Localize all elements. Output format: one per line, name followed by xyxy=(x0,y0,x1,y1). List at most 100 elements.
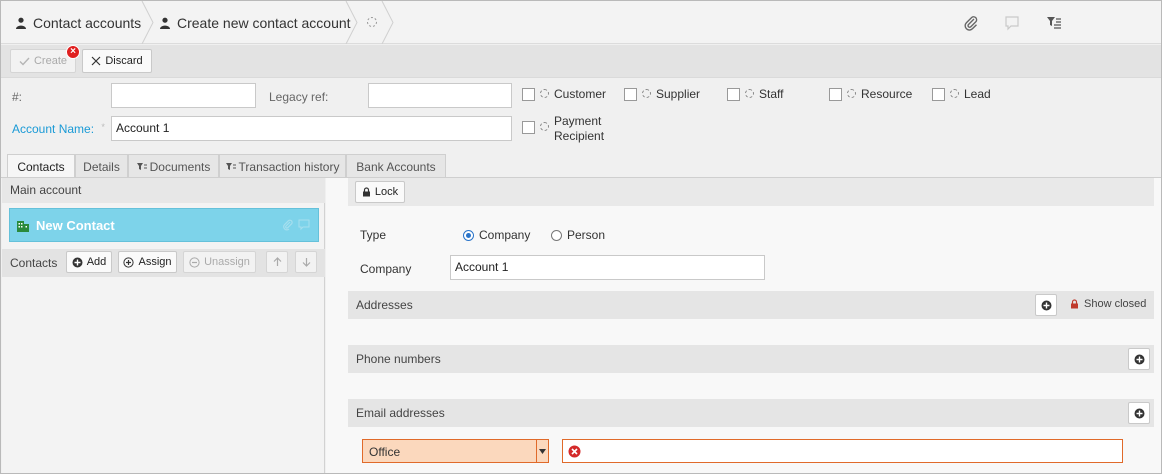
contact-detail-pane: Lock Type Company Person Company Account… xyxy=(326,178,1161,473)
dropdown-arrow-icon[interactable] xyxy=(536,440,548,462)
arrow-up-icon xyxy=(273,257,281,266)
checkbox-box[interactable] xyxy=(522,121,535,134)
company-building-icon xyxy=(17,220,29,232)
role-status-icon xyxy=(950,89,959,98)
type-person-radio[interactable]: Person xyxy=(551,228,605,242)
type-company-radio[interactable]: Company xyxy=(463,228,530,242)
role-label: Customer xyxy=(554,87,607,101)
add-phone-button[interactable] xyxy=(1128,348,1150,370)
role-checkbox-payment-recipient[interactable]: Payment Recipient xyxy=(522,114,617,144)
tab-transaction-history[interactable]: Transaction history xyxy=(219,154,346,178)
contact-card[interactable]: New Contact xyxy=(9,208,319,242)
person-icon xyxy=(16,17,26,29)
checkbox-box[interactable] xyxy=(727,88,740,101)
breadcrumb-label: Contact accounts xyxy=(33,14,142,31)
account-name-label: Account Name: * xyxy=(12,122,105,136)
number-label: #: xyxy=(12,90,23,104)
role-label: Lead xyxy=(964,87,991,101)
account-name-input[interactable]: Account 1 xyxy=(111,116,512,141)
addresses-section-header: Addresses xyxy=(348,291,1154,319)
role-checkbox-customer[interactable]: Customer xyxy=(522,87,606,101)
radio-unselected-icon[interactable] xyxy=(551,230,562,242)
filter-icon xyxy=(225,162,236,170)
filter-icon xyxy=(136,162,147,170)
type-label: Type xyxy=(360,228,387,242)
contacts-toolbar: Contacts Add Assign Unassign xyxy=(2,249,325,277)
role-checkbox-lead[interactable]: Lead xyxy=(932,87,991,101)
role-label: Staff xyxy=(759,87,784,101)
person-icon xyxy=(160,17,170,29)
comment-icon[interactable] xyxy=(1004,15,1020,31)
discard-button[interactable]: Discard xyxy=(82,49,152,73)
plus-circle-icon xyxy=(1041,300,1051,310)
create-button-label: Create xyxy=(33,55,68,67)
breadcrumb-label: Create new contact account xyxy=(177,14,351,31)
number-input[interactable] xyxy=(111,83,256,108)
checkbox-box[interactable] xyxy=(829,88,842,101)
add-address-button[interactable] xyxy=(1035,294,1057,316)
breadcrumb-item-contact-accounts[interactable]: Contact accounts xyxy=(15,1,141,44)
comment-icon[interactable] xyxy=(298,219,310,231)
show-closed-label: Show closed xyxy=(1084,298,1147,310)
tab-label: Bank Accounts xyxy=(356,159,436,174)
checkbox-box[interactable] xyxy=(624,88,637,101)
show-closed-toggle[interactable]: Show closed xyxy=(1070,298,1146,310)
breadcrumb-separator xyxy=(141,1,154,44)
phone-numbers-label: Phone numbers xyxy=(356,352,441,366)
tab-details[interactable]: Details xyxy=(75,154,128,178)
add-button-label: Add xyxy=(86,256,107,268)
add-email-button[interactable] xyxy=(1128,402,1150,424)
email-type-value: Office xyxy=(369,445,401,459)
filter-list-icon[interactable] xyxy=(1046,15,1062,31)
tab-label: Transaction history xyxy=(238,159,340,174)
contacts-left-pane: Main account New Contact Contacts Add As… xyxy=(2,178,325,473)
company-label: Company xyxy=(360,262,412,276)
role-status-icon xyxy=(540,122,549,131)
discard-button-label: Discard xyxy=(105,55,143,67)
arrow-down-icon xyxy=(302,258,310,267)
type-person-label: Person xyxy=(567,228,606,242)
phone-numbers-section-header: Phone numbers xyxy=(348,345,1154,373)
assign-contact-button[interactable]: Assign xyxy=(118,251,177,273)
role-checkbox-resource[interactable]: Resource xyxy=(829,87,912,101)
role-status-icon xyxy=(642,89,651,98)
checkbox-box[interactable] xyxy=(932,88,945,101)
legacy-ref-input[interactable] xyxy=(368,83,512,108)
email-addresses-label: Email addresses xyxy=(356,406,445,420)
legacy-ref-label: Legacy ref: xyxy=(269,90,329,104)
checkbox-box[interactable] xyxy=(522,88,535,101)
unassign-contact-button[interactable]: Unassign xyxy=(183,251,256,273)
tab-label: Documents xyxy=(149,159,211,174)
move-up-button[interactable] xyxy=(266,251,288,273)
move-down-button[interactable] xyxy=(295,251,317,273)
tab-bank-accounts[interactable]: Bank Accounts xyxy=(346,154,446,178)
radio-selected-icon[interactable] xyxy=(463,230,474,242)
breadcrumb-separator xyxy=(345,1,358,44)
breadcrumb-item-create-contact-account[interactable]: Create new contact account xyxy=(159,1,351,44)
tab-contacts[interactable]: Contacts xyxy=(7,154,75,179)
add-contact-button[interactable]: Add xyxy=(66,251,112,273)
loading-spinner-icon xyxy=(367,17,377,27)
email-type-select[interactable]: Office xyxy=(362,439,549,463)
tab-documents[interactable]: Documents xyxy=(128,154,219,178)
lock-button-label: Lock xyxy=(374,186,399,198)
lock-icon xyxy=(362,187,370,197)
role-status-icon xyxy=(540,89,549,98)
role-status-icon xyxy=(847,89,856,98)
role-label: Supplier xyxy=(656,87,701,101)
lock-button[interactable]: Lock xyxy=(355,181,405,203)
tab-bar: Contacts Details Documents Transaction h… xyxy=(1,154,1161,179)
role-label: Resource xyxy=(861,87,913,101)
type-company-label: Company xyxy=(479,228,531,242)
email-addresses-section-header: Email addresses xyxy=(348,399,1154,427)
error-badge-icon: × xyxy=(66,45,80,59)
paperclip-icon[interactable] xyxy=(963,15,979,31)
paperclip-icon[interactable] xyxy=(282,219,294,231)
role-status-icon xyxy=(745,89,754,98)
email-address-input[interactable] xyxy=(562,439,1123,463)
app-window: Contact accounts Create new contact acco… xyxy=(0,0,1162,474)
role-checkbox-staff[interactable]: Staff xyxy=(727,87,783,101)
company-input[interactable]: Account 1 xyxy=(450,255,765,280)
role-checkbox-supplier[interactable]: Supplier xyxy=(624,87,700,101)
minus-circle-icon xyxy=(189,256,200,268)
